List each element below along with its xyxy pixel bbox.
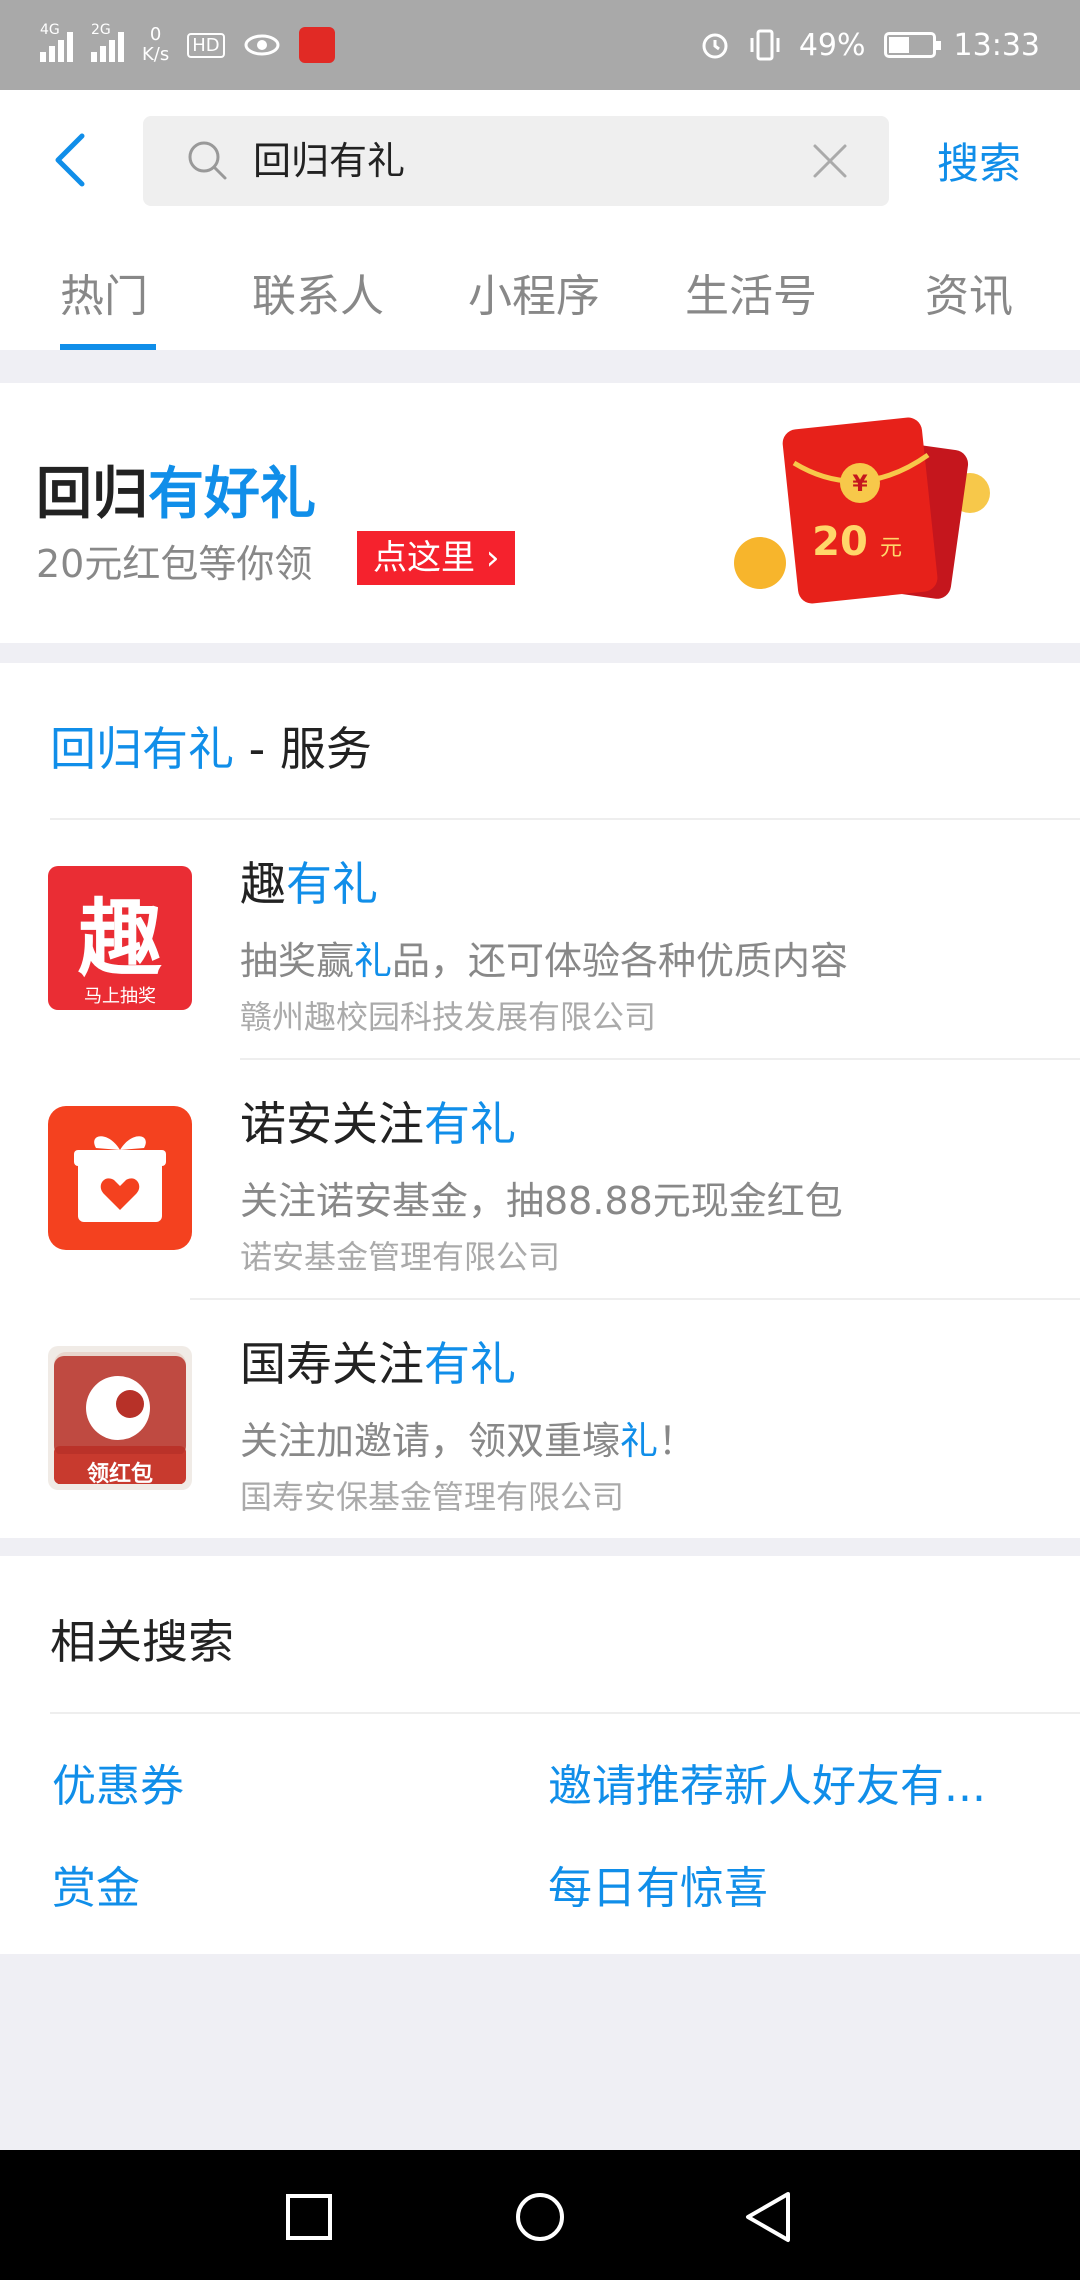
promo-title-plain: 回归 xyxy=(36,462,148,527)
related-searches-section: 相关搜索 优惠券 邀请推荐新人好友有... 赏金 每日有惊喜 xyxy=(0,1556,1080,1954)
promo-cta-label: 点这里 xyxy=(373,538,475,578)
search-box[interactable] xyxy=(143,116,889,206)
related-searches-title: 相关搜索 xyxy=(50,1615,234,1669)
net-speed-value: 0 xyxy=(149,24,162,45)
red-packet-amount: 20 xyxy=(812,519,868,565)
signal-4g-icon: 4G xyxy=(40,22,73,62)
services-heading: 回归有礼 - 服务 xyxy=(50,713,372,779)
signal-4g-label: 4G xyxy=(40,22,60,38)
service-name-highlight: 有礼 xyxy=(424,1337,516,1391)
home-icon[interactable] xyxy=(513,2190,567,2244)
promo-title-highlight: 有好礼 xyxy=(148,462,316,527)
recents-icon[interactable] xyxy=(282,2190,336,2244)
service-name: 趣有礼 xyxy=(240,848,378,914)
service-name-highlight: 有礼 xyxy=(286,857,378,911)
eye-icon xyxy=(244,34,280,56)
service-org: 国寿安保基金管理有限公司 xyxy=(240,1478,625,1516)
tab-contacts[interactable]: 联系人 xyxy=(252,260,384,324)
service-desc: 关注诺安基金，抽88.88元现金红包 xyxy=(240,1179,843,1223)
services-heading-suffix: - 服务 xyxy=(234,722,372,776)
related-link-daily-surprise[interactable]: 每日有惊喜 xyxy=(548,1852,768,1916)
red-envelope-icon: 领红包 xyxy=(48,1346,192,1490)
service-desc-a: 抽奖赢 xyxy=(240,939,355,983)
gift-box-icon xyxy=(48,1106,192,1250)
battery-fill xyxy=(888,37,910,53)
tab-bar: 热门 联系人 小程序 生活号 资讯 xyxy=(0,260,1080,350)
red-packet-image: ¥ 20 元 xyxy=(734,417,990,604)
hd-icon: HD xyxy=(187,32,225,58)
red-packet-unit: 元 xyxy=(880,536,902,561)
signal-2g-label: 2G xyxy=(91,22,111,38)
divider xyxy=(50,1712,1080,1714)
service-name-plain: 国寿关注 xyxy=(240,1337,424,1391)
service-org: 诺安基金管理有限公司 xyxy=(240,1238,561,1276)
search-icon xyxy=(188,141,227,180)
tab-active-indicator xyxy=(60,344,156,350)
vibrate-icon xyxy=(750,29,780,61)
promo-title: 回归有好礼 xyxy=(36,449,316,530)
back-icon[interactable] xyxy=(742,2190,796,2244)
back-arrow-icon[interactable] xyxy=(50,130,90,190)
qu-app-icon-caption: 马上抽奖 xyxy=(84,986,156,1007)
service-desc-hl: 礼 xyxy=(620,1419,659,1463)
clear-icon[interactable] xyxy=(811,142,849,180)
promo-banner[interactable]: 回归有好礼 20元红包等你领 点这里 › ¥ 20 元 xyxy=(0,383,1080,643)
system-nav-bar xyxy=(0,2150,1080,2280)
service-item-guoshou[interactable]: 领红包 国寿关注有礼 关注加邀请，领双重壕礼！ 国寿安保基金管理有限公司 xyxy=(0,1300,1080,1540)
service-desc-hl: 礼 xyxy=(354,939,393,983)
service-desc-b: 品，还可体验各种优质内容 xyxy=(392,939,849,983)
tab-life-accounts[interactable]: 生活号 xyxy=(685,260,817,324)
signal-2g-icon: 2G xyxy=(91,22,124,62)
chevron-right-icon: › xyxy=(485,538,500,578)
tab-hot[interactable]: 热门 xyxy=(60,260,148,324)
service-name-plain: 诺安关注 xyxy=(240,1097,424,1151)
search-input[interactable] xyxy=(253,116,793,206)
service-org: 赣州趣校园科技发展有限公司 xyxy=(240,998,657,1036)
service-desc: 抽奖赢礼品，还可体验各种优质内容 xyxy=(240,930,848,985)
alarm-icon xyxy=(702,33,728,59)
clock: 13:33 xyxy=(953,27,1040,63)
service-name-highlight: 有礼 xyxy=(424,1097,516,1151)
tab-mini-programs[interactable]: 小程序 xyxy=(468,260,600,324)
battery-icon xyxy=(883,32,941,58)
service-desc-a: 关注加邀请，领双重壕 xyxy=(240,1419,621,1463)
red-envelope-icon-caption: 领红包 xyxy=(86,1462,153,1487)
service-name: 诺安关注有礼 xyxy=(240,1088,516,1154)
qu-app-icon: 趣 马上抽奖 xyxy=(48,866,192,1010)
net-speed-unit: K/s xyxy=(142,44,170,65)
promo-subtitle: 20元红包等你领 xyxy=(36,542,313,586)
battery-percent: 49% xyxy=(798,27,866,63)
service-item-nuoan[interactable]: 诺安关注有礼 关注诺安基金，抽88.88元现金红包 诺安基金管理有限公司 xyxy=(0,1060,1080,1300)
service-item-qu[interactable]: 趣 马上抽奖 趣有礼 抽奖赢礼品，还可体验各种优质内容 赣州趣校园科技发展有限公… xyxy=(0,820,1080,1060)
status-bar: 4G 2G 0 K/s HD 49% 13:33 xyxy=(0,0,1080,90)
related-link-invite[interactable]: 邀请推荐新人好友有... xyxy=(548,1750,986,1814)
service-name: 国寿关注有礼 xyxy=(240,1328,516,1394)
services-section: 回归有礼 - 服务 趣 马上抽奖 趣有礼 抽奖赢礼品，还可体验各种优质内容 赣州… xyxy=(0,663,1080,1538)
app-notification-icon xyxy=(298,27,335,63)
service-desc-b: ！ xyxy=(658,1419,697,1463)
promo-cta-button[interactable]: 点这里 › xyxy=(357,531,516,585)
net-speed: 0 K/s xyxy=(142,25,169,65)
search-button[interactable]: 搜索 xyxy=(937,130,1021,191)
service-desc: 关注加邀请，领双重壕礼！ xyxy=(240,1410,696,1465)
related-link-bounty[interactable]: 赏金 xyxy=(52,1852,140,1916)
service-name-plain: 趣 xyxy=(240,857,286,911)
qu-app-icon-char: 趣 xyxy=(77,890,162,988)
red-packet-coin: ¥ xyxy=(852,472,868,497)
services-heading-keyword: 回归有礼 xyxy=(50,722,234,776)
related-link-coupon[interactable]: 优惠券 xyxy=(52,1750,184,1814)
tab-news[interactable]: 资讯 xyxy=(925,260,1013,324)
